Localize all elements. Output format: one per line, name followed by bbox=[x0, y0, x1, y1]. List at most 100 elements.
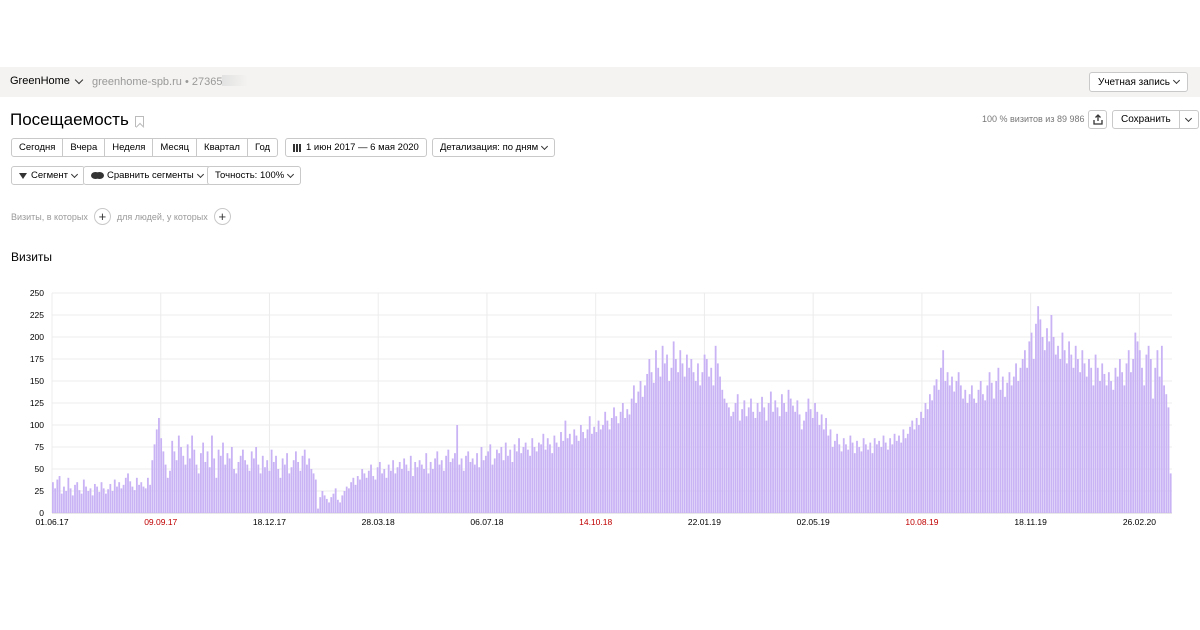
bar bbox=[1134, 332, 1137, 513]
period-year[interactable]: Год bbox=[246, 138, 279, 157]
bar bbox=[383, 469, 386, 513]
bar bbox=[129, 481, 132, 513]
save-button[interactable]: Сохранить bbox=[1112, 110, 1180, 129]
chevron-down-icon bbox=[196, 170, 204, 178]
segment-label: Сегмент bbox=[31, 170, 69, 181]
bar bbox=[74, 484, 76, 513]
bar bbox=[1030, 332, 1033, 513]
period-week[interactable]: Неделя bbox=[104, 138, 154, 157]
bar bbox=[549, 444, 551, 513]
bar bbox=[1103, 373, 1106, 513]
period-quarter[interactable]: Квартал bbox=[196, 138, 248, 157]
bar bbox=[1021, 359, 1024, 513]
account-button[interactable]: Учетная запись bbox=[1088, 72, 1188, 92]
bar bbox=[973, 398, 975, 513]
bar bbox=[745, 416, 748, 513]
bar bbox=[385, 477, 388, 513]
bar bbox=[233, 469, 235, 513]
bar bbox=[962, 398, 964, 513]
accuracy-label: Точность: 100% bbox=[215, 170, 285, 181]
bar bbox=[995, 381, 998, 513]
bar bbox=[392, 460, 395, 513]
add-people-condition-button[interactable]: + bbox=[213, 208, 231, 225]
bar bbox=[842, 438, 845, 513]
bar bbox=[977, 389, 980, 513]
bar bbox=[213, 458, 216, 513]
bar bbox=[98, 491, 101, 513]
bar bbox=[630, 398, 633, 513]
chart-title: Визиты bbox=[11, 250, 53, 264]
y-tick-label: 200 bbox=[30, 332, 44, 342]
bar bbox=[96, 486, 98, 513]
bar bbox=[686, 354, 688, 513]
segment-dropdown[interactable]: Сегмент bbox=[11, 166, 86, 185]
bar bbox=[884, 442, 887, 513]
bar bbox=[747, 407, 750, 513]
bar bbox=[208, 467, 211, 513]
counter-name: GreenHome bbox=[10, 75, 70, 87]
bar bbox=[270, 449, 273, 513]
date-range-label: 1 июн 2017 — 6 мая 2020 bbox=[306, 142, 419, 153]
period-month[interactable]: Месяц bbox=[152, 138, 198, 157]
x-tick-label: 14.10.18 bbox=[579, 517, 612, 527]
bar bbox=[473, 464, 476, 513]
bar bbox=[522, 447, 525, 513]
bar bbox=[1107, 372, 1110, 513]
bar bbox=[498, 453, 501, 513]
compare-segments-dropdown[interactable]: Сравнить сегменты bbox=[83, 166, 211, 185]
date-range-button[interactable]: 1 июн 2017 — 6 мая 2020 bbox=[285, 138, 427, 157]
bar bbox=[454, 453, 456, 513]
bar bbox=[350, 482, 353, 513]
visits-chart: 0255075100125150175200225250 01.06.17 09.… bbox=[30, 288, 1172, 527]
people-condition-label: для людей, у которых bbox=[116, 211, 208, 222]
accuracy-dropdown[interactable]: Точность: 100% bbox=[207, 166, 302, 185]
bar bbox=[449, 461, 452, 513]
bar bbox=[509, 449, 512, 513]
bar bbox=[332, 493, 335, 513]
bar bbox=[107, 489, 110, 513]
bar bbox=[215, 477, 218, 513]
period-yesterday[interactable]: Вчера bbox=[62, 138, 106, 157]
bar bbox=[652, 382, 655, 513]
bar bbox=[151, 460, 154, 513]
bar bbox=[52, 482, 54, 513]
bar bbox=[283, 464, 286, 513]
bar bbox=[712, 385, 715, 513]
bar bbox=[668, 381, 671, 513]
bar bbox=[1070, 354, 1073, 513]
bar bbox=[1136, 341, 1139, 513]
period-today[interactable]: Сегодня bbox=[11, 138, 64, 157]
save-dropdown-button[interactable] bbox=[1179, 110, 1199, 129]
bar bbox=[224, 464, 227, 513]
bar bbox=[1041, 337, 1044, 513]
bar bbox=[1074, 345, 1077, 513]
bar bbox=[301, 455, 304, 513]
bookmark-icon[interactable] bbox=[134, 115, 144, 127]
bar bbox=[1099, 381, 1101, 513]
bar bbox=[381, 473, 383, 513]
detail-dropdown[interactable]: Детализация: по дням bbox=[432, 138, 556, 157]
bar bbox=[635, 403, 638, 513]
bar bbox=[610, 417, 613, 513]
bar bbox=[250, 451, 253, 513]
bar bbox=[1032, 359, 1035, 513]
page-title-text: Посещаемость bbox=[10, 110, 129, 129]
bar bbox=[566, 438, 569, 513]
add-visit-condition-button[interactable]: + bbox=[93, 208, 111, 225]
bar bbox=[118, 482, 121, 513]
bar bbox=[1001, 376, 1004, 513]
bar bbox=[458, 464, 461, 513]
bar bbox=[1026, 367, 1029, 513]
counter-selector[interactable]: GreenHome bbox=[10, 75, 84, 87]
bar bbox=[378, 461, 381, 513]
bar bbox=[166, 477, 169, 513]
chevron-down-icon bbox=[287, 170, 295, 178]
export-button[interactable] bbox=[1088, 110, 1107, 129]
bar bbox=[964, 389, 967, 513]
bar bbox=[776, 407, 779, 513]
bar bbox=[540, 444, 543, 513]
bar bbox=[999, 389, 1002, 513]
bar bbox=[1037, 306, 1040, 513]
y-tick-label: 75 bbox=[35, 442, 45, 452]
bar bbox=[591, 433, 593, 513]
